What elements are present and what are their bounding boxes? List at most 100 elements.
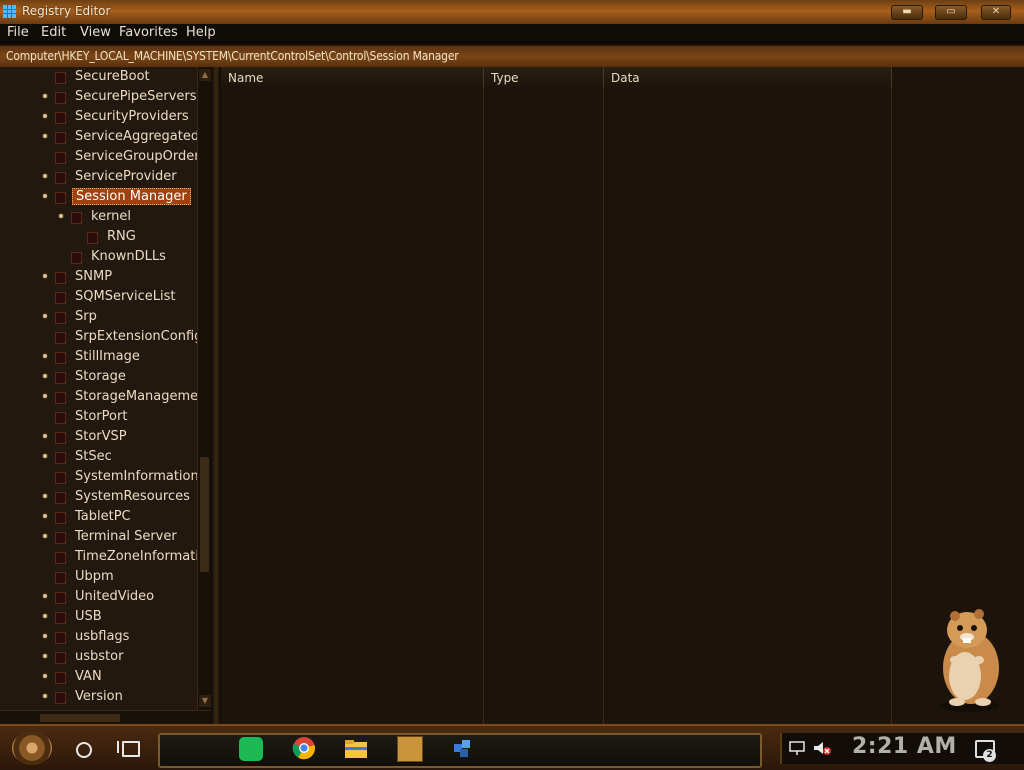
scrollbar-thumb[interactable] [200,457,209,572]
menu-file[interactable]: File [7,25,29,40]
tree-item-label[interactable]: SrpExtensionConfig [75,329,202,344]
tree-item[interactable]: SystemResources [0,488,200,508]
chrome-icon[interactable] [292,736,316,760]
tree-item-label[interactable]: SecurePipeServers [75,89,197,104]
tree-item[interactable]: VAN [0,668,200,688]
tree-item-label[interactable]: ServiceGroupOrder [75,149,200,164]
expand-arrow-icon[interactable] [43,534,47,538]
expand-arrow-icon[interactable] [43,674,47,678]
expand-arrow-icon[interactable] [43,134,47,138]
close-button[interactable]: ✕ [981,5,1011,20]
tree-item-label[interactable]: RNG [107,229,136,244]
tree-item[interactable]: ServiceGroupOrder [0,148,200,168]
tree-item-label[interactable]: SecurityProviders [75,109,189,124]
menu-edit[interactable]: Edit [41,25,66,40]
tree-item-label[interactable]: Version [75,689,123,704]
expand-arrow-icon[interactable] [43,614,47,618]
expand-arrow-icon[interactable] [43,94,47,98]
registry-key-tree[interactable]: SecureBoot SecurePipeServers SecurityProvi… [0,67,211,724]
expand-arrow-icon[interactable] [43,694,47,698]
tree-item-label[interactable]: StSec [75,449,112,464]
menu-favorites[interactable]: Favorites [119,25,178,40]
expand-arrow-icon[interactable] [43,634,47,638]
expand-arrow-icon[interactable] [43,494,47,498]
scroll-down-arrow-icon[interactable]: ▼ [199,695,211,707]
start-button[interactable] [12,731,52,765]
collapse-arrow-icon[interactable] [59,214,63,218]
tree-item-label[interactable]: SystemResources [75,489,190,504]
menu-view[interactable]: View [80,25,111,40]
values-list[interactable]: Name Type Data [221,67,1024,724]
expand-arrow-icon[interactable] [43,394,47,398]
tree-item-label[interactable]: Session Manager [72,188,191,205]
expand-arrow-icon[interactable] [43,174,47,178]
tree-item-label[interactable]: ServiceAggregatedEv [75,129,211,144]
spotify-icon[interactable] [239,737,263,761]
tree-item-label[interactable]: kernel [91,209,131,224]
tree-vertical-scrollbar[interactable]: ▲ ▼ [197,67,212,710]
column-header-data[interactable]: Data [604,67,892,88]
tree-item[interactable]: TabletPC [0,508,200,528]
tree-item[interactable]: Terminal Server [0,528,200,548]
scroll-up-arrow-icon[interactable]: ▲ [199,69,211,81]
tree-item-label[interactable]: Terminal Server [75,529,177,544]
tree-item[interactable]: KnownDLLs [0,248,200,268]
tree-item-label[interactable]: KnownDLLs [91,249,166,264]
tree-item[interactable]: UnitedVideo [0,588,200,608]
tree-item-label[interactable]: usbflags [75,629,129,644]
tree-item-label[interactable]: SystemInformation [75,469,199,484]
tree-item[interactable]: usbflags [0,628,200,648]
tree-item-label[interactable]: SecureBoot [75,69,150,84]
tree-item[interactable]: USB [0,608,200,628]
task-view-icon[interactable] [117,741,140,757]
tree-item-label[interactable]: UnitedVideo [75,589,154,604]
expand-arrow-icon[interactable] [43,654,47,658]
expand-arrow-icon[interactable] [43,114,47,118]
expand-arrow-icon[interactable] [43,514,47,518]
scrollbar-thumb[interactable] [40,714,120,722]
tree-item[interactable]: Storage [0,368,200,388]
tree-item[interactable]: StorageManagement [0,388,211,408]
column-header-name[interactable]: Name [221,67,484,88]
tree-item-label[interactable]: StorPort [75,409,127,424]
tree-item-label[interactable]: StillImage [75,349,140,364]
tree-item[interactable]: StorPort [0,408,200,428]
tree-item-label[interactable]: Storage [75,369,126,384]
expand-arrow-icon[interactable] [43,374,47,378]
tree-item-label[interactable]: ServiceProvider [75,169,177,184]
tree-item[interactable]: Version [0,688,200,708]
tree-item-label[interactable]: TabletPC [75,509,131,524]
tree-item[interactable]: StorVSP [0,428,200,448]
blue-cubes-icon[interactable] [450,736,474,760]
menu-help[interactable]: Help [186,25,216,40]
tree-item[interactable]: SQMServiceList [0,288,200,308]
title-bar[interactable]: Registry Editor ▬ ▭ ✕ [0,0,1024,25]
address-path[interactable]: Computer\HKEY_LOCAL_MACHINE\SYSTEM\Curre… [6,49,459,63]
game-box-icon[interactable] [397,736,423,762]
tree-item[interactable]: kernel [0,208,200,228]
tree-item[interactable]: Ubpm [0,568,200,588]
tree-item[interactable]: SecurityProviders [0,108,200,128]
tree-item-label[interactable]: VAN [75,669,102,684]
tree-item[interactable]: SNMP [0,268,200,288]
tree-item-label[interactable]: StorVSP [75,429,127,444]
tree-item[interactable]: SystemInformation [0,468,200,488]
tree-item[interactable]: ServiceAggregatedEv [0,128,211,148]
tree-item[interactable]: SecurePipeServers [0,88,200,108]
column-header-type[interactable]: Type [484,67,604,88]
minimize-button[interactable]: ▬ [891,5,923,20]
expand-arrow-icon[interactable] [43,354,47,358]
tree-item-label[interactable]: usbstor [75,649,123,664]
tree-item[interactable]: usbstor [0,648,200,668]
expand-arrow-icon[interactable] [43,454,47,458]
tree-item-label[interactable]: SNMP [75,269,112,284]
tree-item-label[interactable]: SQMServiceList [75,289,175,304]
expand-arrow-icon[interactable] [43,594,47,598]
tree-item[interactable]: TimeZoneInformation [0,548,211,568]
collapse-arrow-icon[interactable] [43,194,47,198]
tree-item-label[interactable]: Ubpm [75,569,114,584]
tree-item-label[interactable]: StorageManagement [75,389,211,404]
taskbar-clock[interactable]: 2:21 AM [852,734,957,759]
tree-item[interactable]: SrpExtensionConfig [0,328,202,348]
tree-item-label[interactable]: Srp [75,309,97,324]
